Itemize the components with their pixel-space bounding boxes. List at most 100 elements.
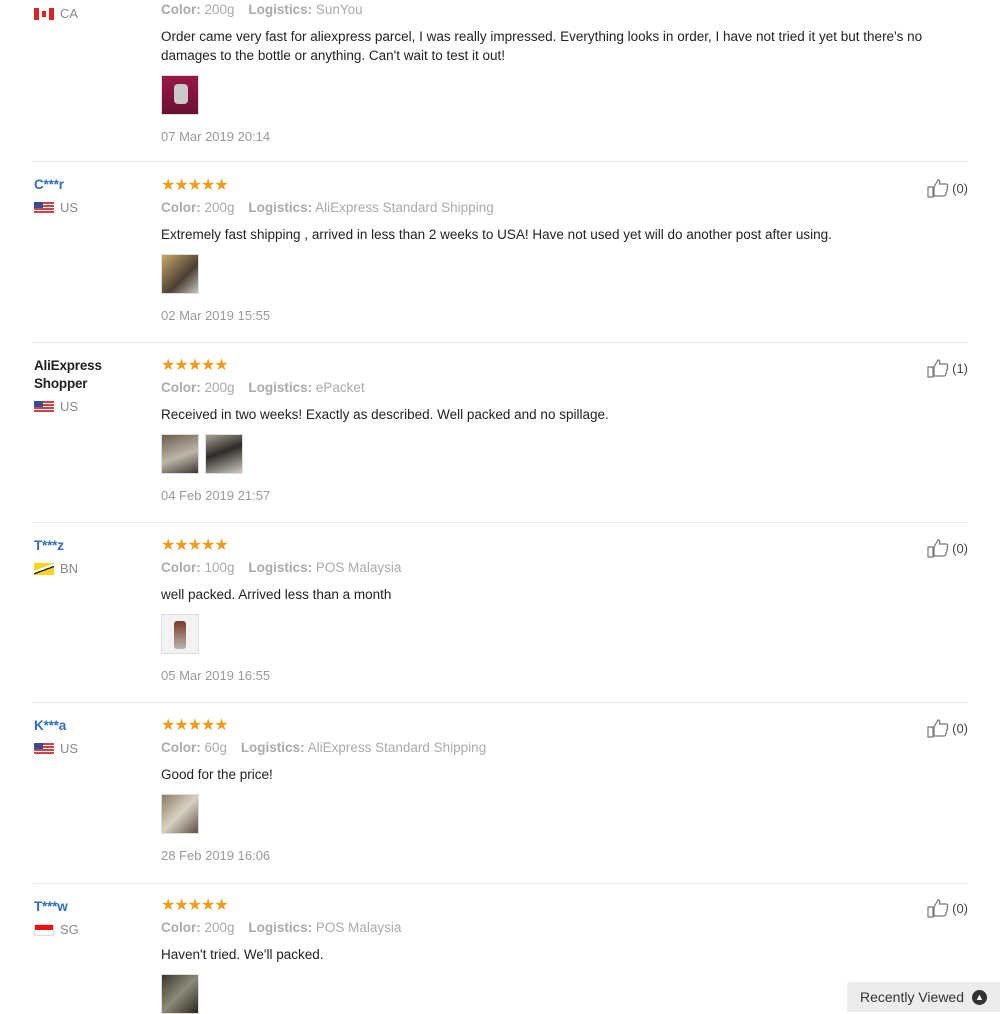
reviewer-name[interactable]: K***a — [34, 717, 144, 735]
review-text: Extremely fast shipping , arrived in les… — [161, 227, 832, 242]
divider — [33, 702, 968, 703]
thumbs-up-icon — [927, 899, 949, 918]
recently-viewed-button[interactable]: Recently Viewed ▲ — [847, 982, 1000, 1012]
reviewer-name: AliExpress Shopper — [34, 358, 102, 391]
review-photos — [161, 614, 951, 654]
us-flag-icon — [34, 201, 54, 214]
country-code: US — [60, 741, 79, 756]
review-photo[interactable] — [161, 434, 199, 474]
helpful-button[interactable]: (0) — [927, 538, 968, 558]
logistics-value: SunYou — [315, 2, 363, 17]
reviewer-name[interactable]: T***w — [34, 898, 144, 916]
thumbs-up-icon — [927, 359, 949, 378]
review-text: Good for the price! — [161, 767, 273, 782]
logistics-value: AliExpress Standard Shipping — [307, 740, 487, 755]
reviewer-info: AliExpress Shopper US — [34, 357, 144, 414]
star-rating: ★★★★★ — [161, 537, 229, 554]
reviewer-name[interactable]: T***z — [34, 537, 144, 555]
review-photo[interactable] — [161, 974, 199, 1014]
recently-viewed-label: Recently Viewed — [859, 989, 965, 1005]
helpful-count: (1) — [952, 360, 968, 376]
review-content: ★★★★★ Color: 200g Logistics: AliExpress … — [161, 177, 951, 323]
review-meta: Color: 100g Logistics: POS Malaysia — [161, 560, 402, 575]
review-photo[interactable] — [161, 254, 199, 294]
review-content: ★★★★★ Color: 200g Logistics: ePacket Rec… — [161, 357, 951, 503]
review-photo[interactable] — [161, 614, 199, 654]
reviewer-info: C***r US — [34, 176, 144, 215]
color-value: 200g — [204, 920, 235, 935]
review-meta: Color: 200g Logistics: AliExpress Standa… — [161, 200, 494, 215]
color-value: 200g — [204, 380, 235, 395]
color-value: 200g — [204, 200, 235, 215]
divider — [33, 883, 968, 884]
reviewer-country: US — [34, 741, 144, 756]
review-text: Received in two weeks! Exactly as descri… — [161, 407, 609, 422]
helpful-button[interactable]: (1) — [927, 358, 968, 378]
color-value: 60g — [204, 740, 228, 755]
review-date: 07 Mar 2019 20:14 — [161, 129, 271, 144]
review-content: ★★★★★ Color: 200g Logistics: POS Malaysi… — [161, 897, 951, 1014]
logistics-value: AliExpress Standard Shipping — [315, 200, 494, 215]
helpful-count: (0) — [952, 900, 968, 916]
review-photos — [161, 434, 951, 474]
reviewer-info: K***a US — [34, 717, 144, 756]
logistics-value: POS Malaysia — [315, 560, 402, 575]
review-text: Order came very fast for aliexpress parc… — [161, 29, 923, 63]
reviewer-info: CA — [34, 6, 144, 21]
review-photos — [161, 974, 951, 1014]
brunei-flag-icon — [34, 562, 54, 575]
review-photos — [161, 254, 951, 294]
review-content: ★★★★★ Color: 60g Logistics: AliExpress S… — [161, 717, 951, 863]
country-code: US — [60, 399, 79, 414]
singapore-flag-icon — [34, 923, 54, 936]
divider — [33, 161, 968, 162]
review-content: ★★★★★ Color: 100g Logistics: POS Malaysi… — [161, 537, 951, 683]
us-flag-icon — [34, 400, 54, 413]
reviewer-name[interactable]: C***r — [34, 176, 144, 194]
helpful-count: (0) — [952, 720, 968, 736]
helpful-button[interactable]: (0) — [927, 898, 968, 918]
review-photo[interactable] — [161, 75, 199, 115]
review-date: 05 Mar 2019 16:55 — [161, 668, 271, 683]
thumbs-up-icon — [927, 179, 949, 198]
review-date: 02 Mar 2019 15:55 — [161, 308, 271, 323]
star-rating: ★★★★★ — [161, 717, 229, 734]
country-code: BN — [60, 561, 79, 576]
review-photo[interactable] — [205, 434, 243, 474]
review-photos — [161, 75, 951, 115]
review-text: Haven't tried. We'll packed. — [161, 947, 324, 962]
color-value: 100g — [204, 560, 235, 575]
us-flag-icon — [34, 742, 54, 755]
country-code: CA — [60, 6, 79, 21]
country-code: US — [60, 200, 79, 215]
review-photos — [161, 794, 951, 834]
review-date: 28 Feb 2019 16:06 — [161, 848, 271, 863]
divider — [33, 342, 968, 343]
chevron-up-icon: ▲ — [972, 989, 988, 1005]
helpful-count: (0) — [952, 540, 968, 556]
review-meta: Color: 200g Logistics: POS Malaysia — [161, 920, 402, 935]
logistics-value: ePacket — [315, 380, 365, 395]
thumbs-up-icon — [927, 539, 949, 558]
reviewer-country: US — [34, 200, 144, 215]
reviewer-info: T***z BN — [34, 537, 144, 576]
review-content: Color: 200g Logistics: SunYou Order came… — [161, 1, 951, 144]
reviewer-country: CA — [34, 6, 144, 21]
country-code: SG — [60, 922, 79, 937]
helpful-count: (0) — [952, 180, 968, 196]
review-meta: Color: 200g Logistics: SunYou — [161, 2, 363, 17]
reviewer-country: SG — [34, 922, 144, 937]
review-meta: Color: 60g Logistics: AliExpress Standar… — [161, 740, 487, 755]
helpful-button[interactable]: (0) — [927, 718, 968, 738]
star-rating: ★★★★★ — [161, 897, 229, 914]
reviewer-country: US — [34, 399, 144, 414]
thumbs-up-icon — [927, 719, 949, 738]
review-text: well packed. Arrived less than a month — [161, 587, 392, 602]
star-rating: ★★★★★ — [161, 177, 229, 194]
canada-flag-icon — [34, 7, 54, 20]
divider — [33, 522, 968, 523]
review-photo[interactable] — [161, 794, 199, 834]
helpful-button[interactable]: (0) — [927, 178, 968, 198]
review-date: 04 Feb 2019 21:57 — [161, 488, 271, 503]
reviewer-info: T***w SG — [34, 898, 144, 937]
